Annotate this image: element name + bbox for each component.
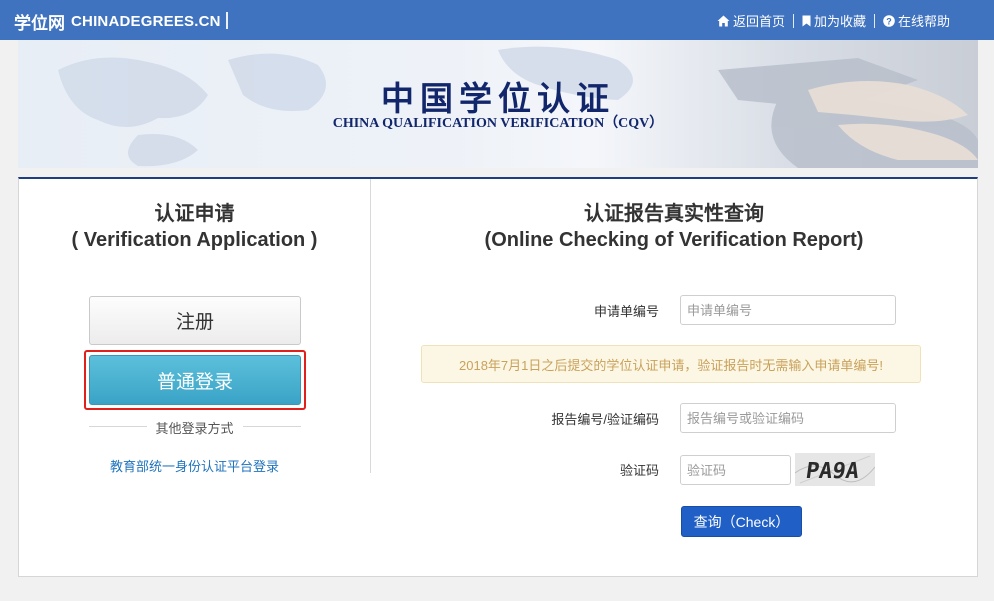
top-links: 返回首页 加为收藏 ? 在线帮助	[717, 11, 950, 30]
brand-name-en: CHINADEGREES.CN	[71, 13, 221, 30]
application-number-input[interactable]	[680, 295, 896, 325]
banner-subtitle: CHINA QUALIFICATION VERIFICATION（CQV）	[332, 116, 664, 131]
brand-divider	[226, 12, 228, 29]
help-icon: ?	[883, 14, 895, 27]
top-bar: 学位网 CHINADEGREES.CN 返回首页 加为收藏 ? 在线帮助	[0, 0, 994, 40]
bookmark-link-label: 加为收藏	[813, 14, 866, 29]
help-link-label: 在线帮助	[897, 14, 950, 29]
captcha-text: PA9A	[804, 458, 861, 484]
report-number-label: 报告编号/验证编码	[551, 412, 659, 427]
home-icon	[717, 15, 730, 27]
report-number-input[interactable]	[680, 403, 896, 433]
home-link[interactable]: 返回首页	[717, 11, 785, 30]
bookmark-link[interactable]: 加为收藏	[802, 11, 866, 30]
help-link[interactable]: ? 在线帮助	[883, 11, 950, 30]
svg-text:?: ?	[886, 16, 892, 26]
other-login-label: 其他登录方式	[155, 421, 234, 436]
site-brand[interactable]: 学位网 CHINADEGREES.CN	[14, 9, 221, 34]
main-panel: 认证申请 ( Verification Application ) 注册 普通登…	[18, 177, 978, 577]
report-checking-section: 认证报告真实性查询 (Online Checking of Verificati…	[371, 179, 977, 577]
checking-title-cn: 认证报告真实性查询	[584, 203, 764, 225]
checking-title-en: (Online Checking of Verification Report)	[484, 229, 864, 251]
verification-application-section: 认证申请 ( Verification Application ) 注册 普通登…	[19, 179, 370, 479]
register-button[interactable]: 注册	[89, 296, 301, 345]
home-link-label: 返回首页	[732, 14, 785, 29]
bookmark-icon	[802, 15, 811, 27]
divider-line-right	[243, 426, 301, 427]
link-separator	[873, 13, 875, 28]
standard-login-button[interactable]: 普通登录	[89, 355, 301, 405]
captcha-label: 验证码	[619, 463, 659, 478]
link-separator	[792, 13, 794, 28]
check-button[interactable]: 查询（Check）	[681, 506, 802, 537]
captcha-image[interactable]: PA9A	[795, 453, 875, 486]
notice-banner: 2018年7月1日之后提交的学位认证申请，验证报告时无需输入申请单编号!	[421, 345, 921, 383]
application-title-cn: 认证申请	[154, 203, 235, 225]
edu-login-link[interactable]: 教育部统一身份认证平台登录	[19, 456, 370, 475]
application-number-label: 申请单编号	[593, 304, 659, 319]
brand-name-cn: 学位网	[14, 14, 65, 33]
captcha-input[interactable]	[680, 455, 791, 485]
cqv-banner: 中国学位认证 CHINA QUALIFICATION VERIFICATION（…	[18, 40, 978, 168]
application-title-en: ( Verification Application )	[71, 229, 318, 251]
